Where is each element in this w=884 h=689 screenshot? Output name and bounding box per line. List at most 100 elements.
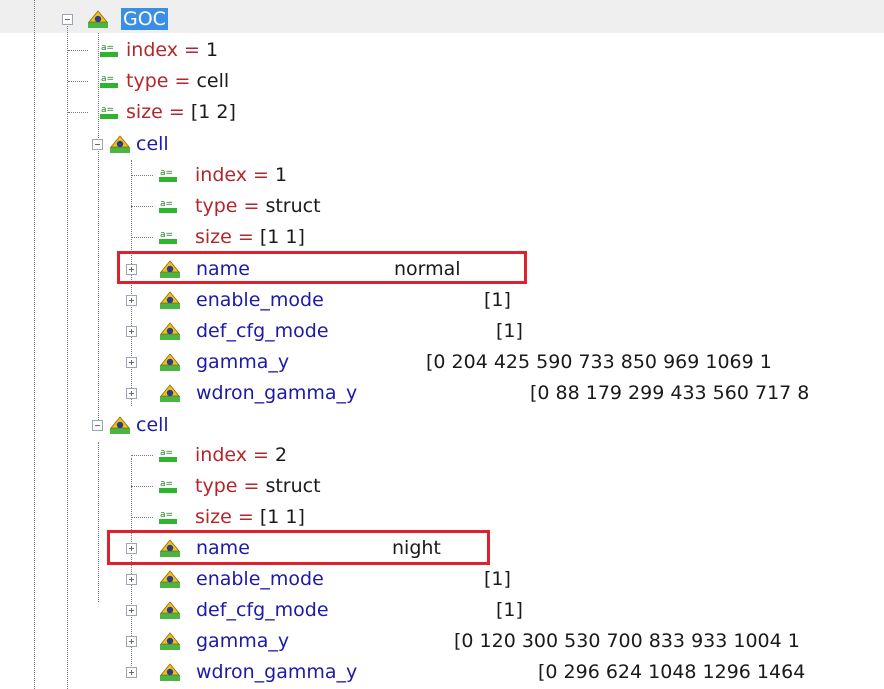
attribute-key: size bbox=[195, 226, 232, 248]
tree-guide-line bbox=[98, 442, 99, 602]
node-value: [0 88 179 299 433 560 717 8 bbox=[530, 382, 810, 404]
element-icon bbox=[110, 416, 130, 434]
element-icon bbox=[160, 663, 180, 681]
svg-text:a=: a= bbox=[160, 510, 173, 520]
expand-toggle-icon[interactable] bbox=[126, 388, 137, 399]
node-value: [1] bbox=[496, 320, 523, 342]
node-label: wdron_gamma_y bbox=[196, 382, 358, 404]
tree-node-gamma-y[interactable]: gamma_y [0 120 300 530 700 833 933 1004 … bbox=[126, 627, 884, 655]
node-label: wdron_gamma_y bbox=[196, 661, 358, 683]
element-icon bbox=[160, 601, 180, 619]
attribute-key: index bbox=[195, 164, 247, 186]
tree-node-enable-mode[interactable]: enable_mode [1] bbox=[126, 286, 876, 314]
attribute-key: type bbox=[126, 70, 169, 92]
node-label: def_cfg_mode bbox=[196, 320, 329, 342]
element-icon bbox=[160, 384, 180, 402]
collapse-toggle-icon[interactable] bbox=[92, 420, 103, 431]
tree-node-def-cfg-mode[interactable]: def_cfg_mode [1] bbox=[126, 596, 876, 624]
node-value: [1] bbox=[484, 568, 511, 590]
node-label: cell bbox=[136, 133, 169, 155]
node-value: [0 296 624 1048 1296 1464 bbox=[538, 661, 806, 683]
attribute-row[interactable]: a= index = 1 bbox=[131, 161, 559, 189]
node-label: def_cfg_mode bbox=[196, 599, 329, 621]
attribute-row[interactable]: a= size = [1 2] bbox=[68, 98, 500, 126]
tree-node-gamma-y[interactable]: gamma_y [0 204 425 590 733 850 969 1069 … bbox=[126, 348, 884, 376]
attribute-icon: a= bbox=[100, 105, 118, 119]
highlight-box bbox=[117, 251, 527, 284]
node-label: gamma_y bbox=[196, 351, 290, 373]
attribute-value: 1 bbox=[274, 164, 288, 186]
expand-toggle-icon[interactable] bbox=[126, 326, 137, 337]
node-label: gamma_y bbox=[196, 630, 290, 652]
expand-toggle-icon[interactable] bbox=[126, 574, 137, 585]
attribute-value: 2 bbox=[274, 444, 288, 466]
element-icon bbox=[88, 10, 108, 28]
attribute-icon: a= bbox=[100, 43, 118, 57]
element-icon bbox=[160, 291, 180, 309]
attribute-value: [1 1] bbox=[259, 506, 305, 528]
tree-guide-line bbox=[67, 24, 68, 689]
attribute-key: type bbox=[195, 195, 238, 217]
attribute-key: size bbox=[126, 101, 163, 123]
element-icon bbox=[160, 322, 180, 340]
node-label: cell bbox=[136, 414, 169, 436]
expand-toggle-icon[interactable] bbox=[126, 636, 137, 647]
attribute-icon: a= bbox=[100, 74, 118, 88]
attribute-icon: a= bbox=[159, 448, 177, 462]
expand-toggle-icon[interactable] bbox=[126, 667, 137, 678]
tree-node-enable-mode[interactable]: enable_mode [1] bbox=[126, 565, 876, 593]
expand-toggle-icon[interactable] bbox=[126, 295, 137, 306]
highlight-box bbox=[107, 530, 490, 565]
element-icon bbox=[160, 632, 180, 650]
attribute-value: 1 bbox=[205, 39, 219, 61]
svg-text:a=: a= bbox=[101, 105, 114, 115]
attribute-row[interactable]: a= type = struct bbox=[131, 192, 559, 220]
node-value: [0 120 300 530 700 833 933 1004 1 bbox=[454, 630, 800, 652]
attribute-value: struct bbox=[265, 195, 321, 217]
svg-text:a=: a= bbox=[160, 230, 173, 240]
attribute-row[interactable]: a= type = cell bbox=[68, 67, 500, 95]
attribute-icon: a= bbox=[159, 510, 177, 524]
node-label: enable_mode bbox=[196, 289, 324, 311]
attribute-icon: a= bbox=[159, 230, 177, 244]
tree-node-goc[interactable]: GOC bbox=[60, 5, 880, 33]
attribute-value: cell bbox=[196, 70, 230, 92]
svg-text:a=: a= bbox=[101, 74, 114, 84]
attribute-icon: a= bbox=[159, 168, 177, 182]
collapse-toggle-icon[interactable] bbox=[62, 14, 73, 25]
attribute-value: [1 1] bbox=[259, 226, 305, 248]
tree-guide-line bbox=[98, 33, 99, 426]
element-icon bbox=[160, 353, 180, 371]
attribute-value: struct bbox=[265, 475, 321, 497]
expand-toggle-icon[interactable] bbox=[126, 605, 137, 616]
svg-text:a=: a= bbox=[160, 479, 173, 489]
tree-node-def-cfg-mode[interactable]: def_cfg_mode [1] bbox=[126, 317, 876, 345]
attribute-icon: a= bbox=[159, 479, 177, 493]
element-icon bbox=[160, 570, 180, 588]
node-label: enable_mode bbox=[196, 568, 324, 590]
svg-text:a=: a= bbox=[160, 199, 173, 209]
attribute-row[interactable]: a= size = [1 1] bbox=[131, 503, 559, 531]
node-value: [1] bbox=[484, 289, 511, 311]
node-label: GOC bbox=[121, 8, 168, 30]
tree-node-wdron-gamma-y[interactable]: wdron_gamma_y [0 296 624 1048 1296 1464 bbox=[126, 658, 884, 686]
collapse-toggle-icon[interactable] bbox=[92, 139, 103, 150]
tree-node-wdron-gamma-y[interactable]: wdron_gamma_y [0 88 179 299 433 560 717 … bbox=[126, 379, 884, 407]
attribute-key: index bbox=[126, 39, 178, 61]
attribute-row[interactable]: a= index = 2 bbox=[131, 441, 559, 469]
tree-guide-line bbox=[34, 0, 35, 689]
attribute-row[interactable]: a= size = [1 1] bbox=[131, 223, 559, 251]
attribute-row[interactable]: a= index = 1 bbox=[68, 36, 500, 64]
attribute-key: index bbox=[195, 444, 247, 466]
attribute-row[interactable]: a= type = struct bbox=[131, 472, 559, 500]
node-value: [0 204 425 590 733 850 969 1069 1 bbox=[426, 351, 772, 373]
svg-text:a=: a= bbox=[101, 43, 114, 53]
attribute-value: [1 2] bbox=[190, 101, 236, 123]
tree-node-cell[interactable]: cell bbox=[92, 130, 492, 158]
attribute-icon: a= bbox=[159, 199, 177, 213]
attribute-key: size bbox=[195, 506, 232, 528]
expand-toggle-icon[interactable] bbox=[126, 357, 137, 368]
node-value: [1] bbox=[496, 599, 523, 621]
svg-text:a=: a= bbox=[160, 448, 173, 458]
tree-node-cell[interactable]: cell bbox=[92, 411, 492, 439]
